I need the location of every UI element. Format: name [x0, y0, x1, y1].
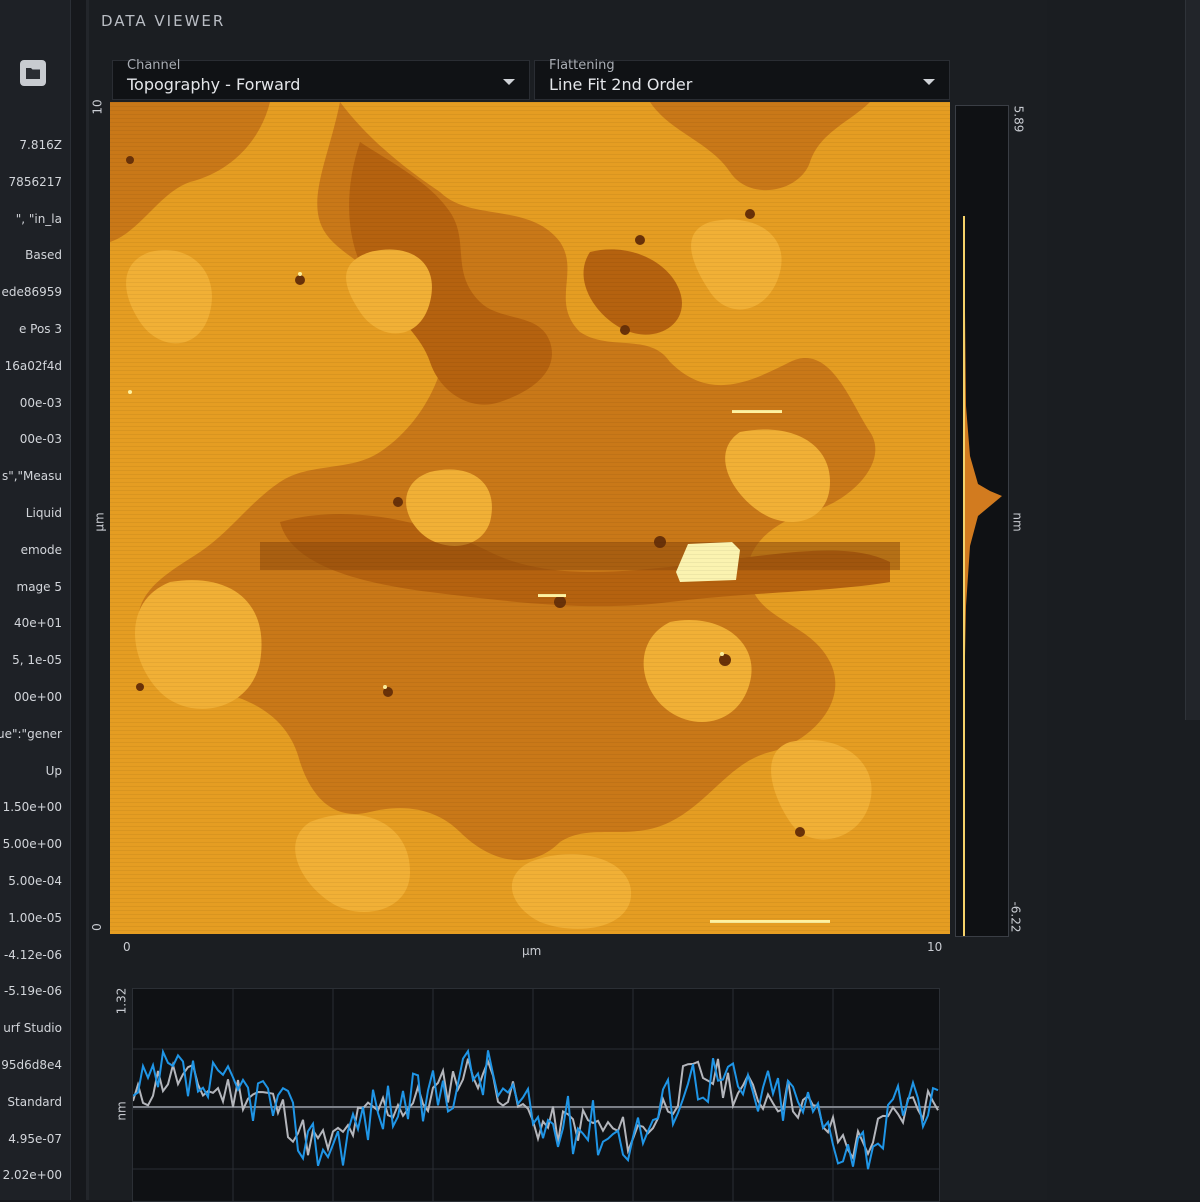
colorbar-min: -6.22 — [1008, 901, 1023, 933]
channel-value: Topography - Forward — [127, 75, 301, 94]
chevron-down-icon — [503, 79, 515, 85]
property-value: mage 5 — [16, 579, 63, 594]
property-value: Up — [45, 763, 62, 778]
property-value: 7856217 — [8, 174, 62, 189]
colorbar-unit: nm — [1010, 512, 1025, 532]
chevron-down-icon — [923, 79, 935, 85]
property-value: -5.19e-06 — [3, 984, 62, 999]
property-value: 5.00e+00 — [2, 837, 62, 852]
channel-dropdown[interactable]: Channel Topography - Forward — [112, 58, 530, 100]
property-value: 7.816Z — [19, 138, 62, 152]
property-value: ", "in_la — [15, 211, 62, 226]
property-value: 1.00e-05 — [8, 910, 62, 925]
property-value: 00e-03 — [19, 395, 62, 410]
property-value: s","Measu — [1, 469, 62, 484]
property-value: Standard — [7, 1094, 62, 1109]
property-value: 40e+01 — [14, 616, 62, 631]
property-value: 95d6d8e4 — [1, 1058, 62, 1072]
property-value: 00e-03 — [19, 432, 62, 447]
x-axis-unit: μm — [522, 944, 542, 958]
property-value: Liquid — [25, 506, 62, 520]
property-value: 16a02f4d — [4, 358, 62, 373]
properties-panel: 7.816Z 7856217 ", "in_la Based ede86959 e Pos… — [0, 0, 71, 1200]
flattening-label: Flattening — [549, 58, 615, 73]
property-value: 5, 1e-05 — [12, 653, 62, 668]
topography-image[interactable] — [110, 102, 950, 934]
folder-icon — [26, 68, 40, 79]
x-axis-max: 10 — [927, 940, 943, 954]
colorbar-max: 5.89 — [1011, 105, 1026, 133]
property-value: urf Studio — [3, 1021, 62, 1036]
profile-y-unit: nm — [114, 1101, 129, 1121]
right-panel — [1047, 0, 1200, 1200]
topography-map — [110, 102, 950, 934]
flattening-value: Line Fit 2nd Order — [549, 75, 693, 94]
property-value: 2.02e+00 — [2, 1168, 62, 1183]
open-folder-button[interactable] — [20, 60, 46, 86]
y-axis-unit: μm — [92, 512, 107, 532]
color-scale-bar[interactable] — [955, 105, 1009, 937]
line-profile-plot[interactable] — [132, 988, 940, 1202]
channel-label: Channel — [127, 58, 181, 73]
property-value: -4.12e-06 — [3, 947, 62, 962]
profile-chart — [133, 989, 939, 1201]
property-value: emode — [20, 542, 62, 557]
height-histogram — [963, 216, 1002, 936]
flattening-dropdown[interactable]: Flattening Line Fit 2nd Order — [534, 58, 950, 100]
x-axis-min: 0 — [123, 940, 131, 954]
property-value: 1.50e+00 — [2, 800, 62, 815]
profile-y-max: 1.32 — [114, 987, 129, 1015]
property-value: ue":"gener — [0, 726, 62, 741]
property-value: ede86959 — [1, 285, 62, 300]
right-panel-edge — [1185, 0, 1200, 720]
y-axis-max: 10 — [90, 99, 105, 115]
property-value: 4.95e-07 — [8, 1131, 62, 1146]
property-value: 00e+00 — [14, 690, 62, 704]
panel-title: DATA VIEWER — [101, 12, 226, 30]
property-value: e Pos 3 — [18, 322, 62, 336]
property-value: Based — [25, 248, 62, 263]
y-axis-min: 0 — [89, 923, 104, 931]
property-value: 5.00e-04 — [8, 874, 62, 888]
